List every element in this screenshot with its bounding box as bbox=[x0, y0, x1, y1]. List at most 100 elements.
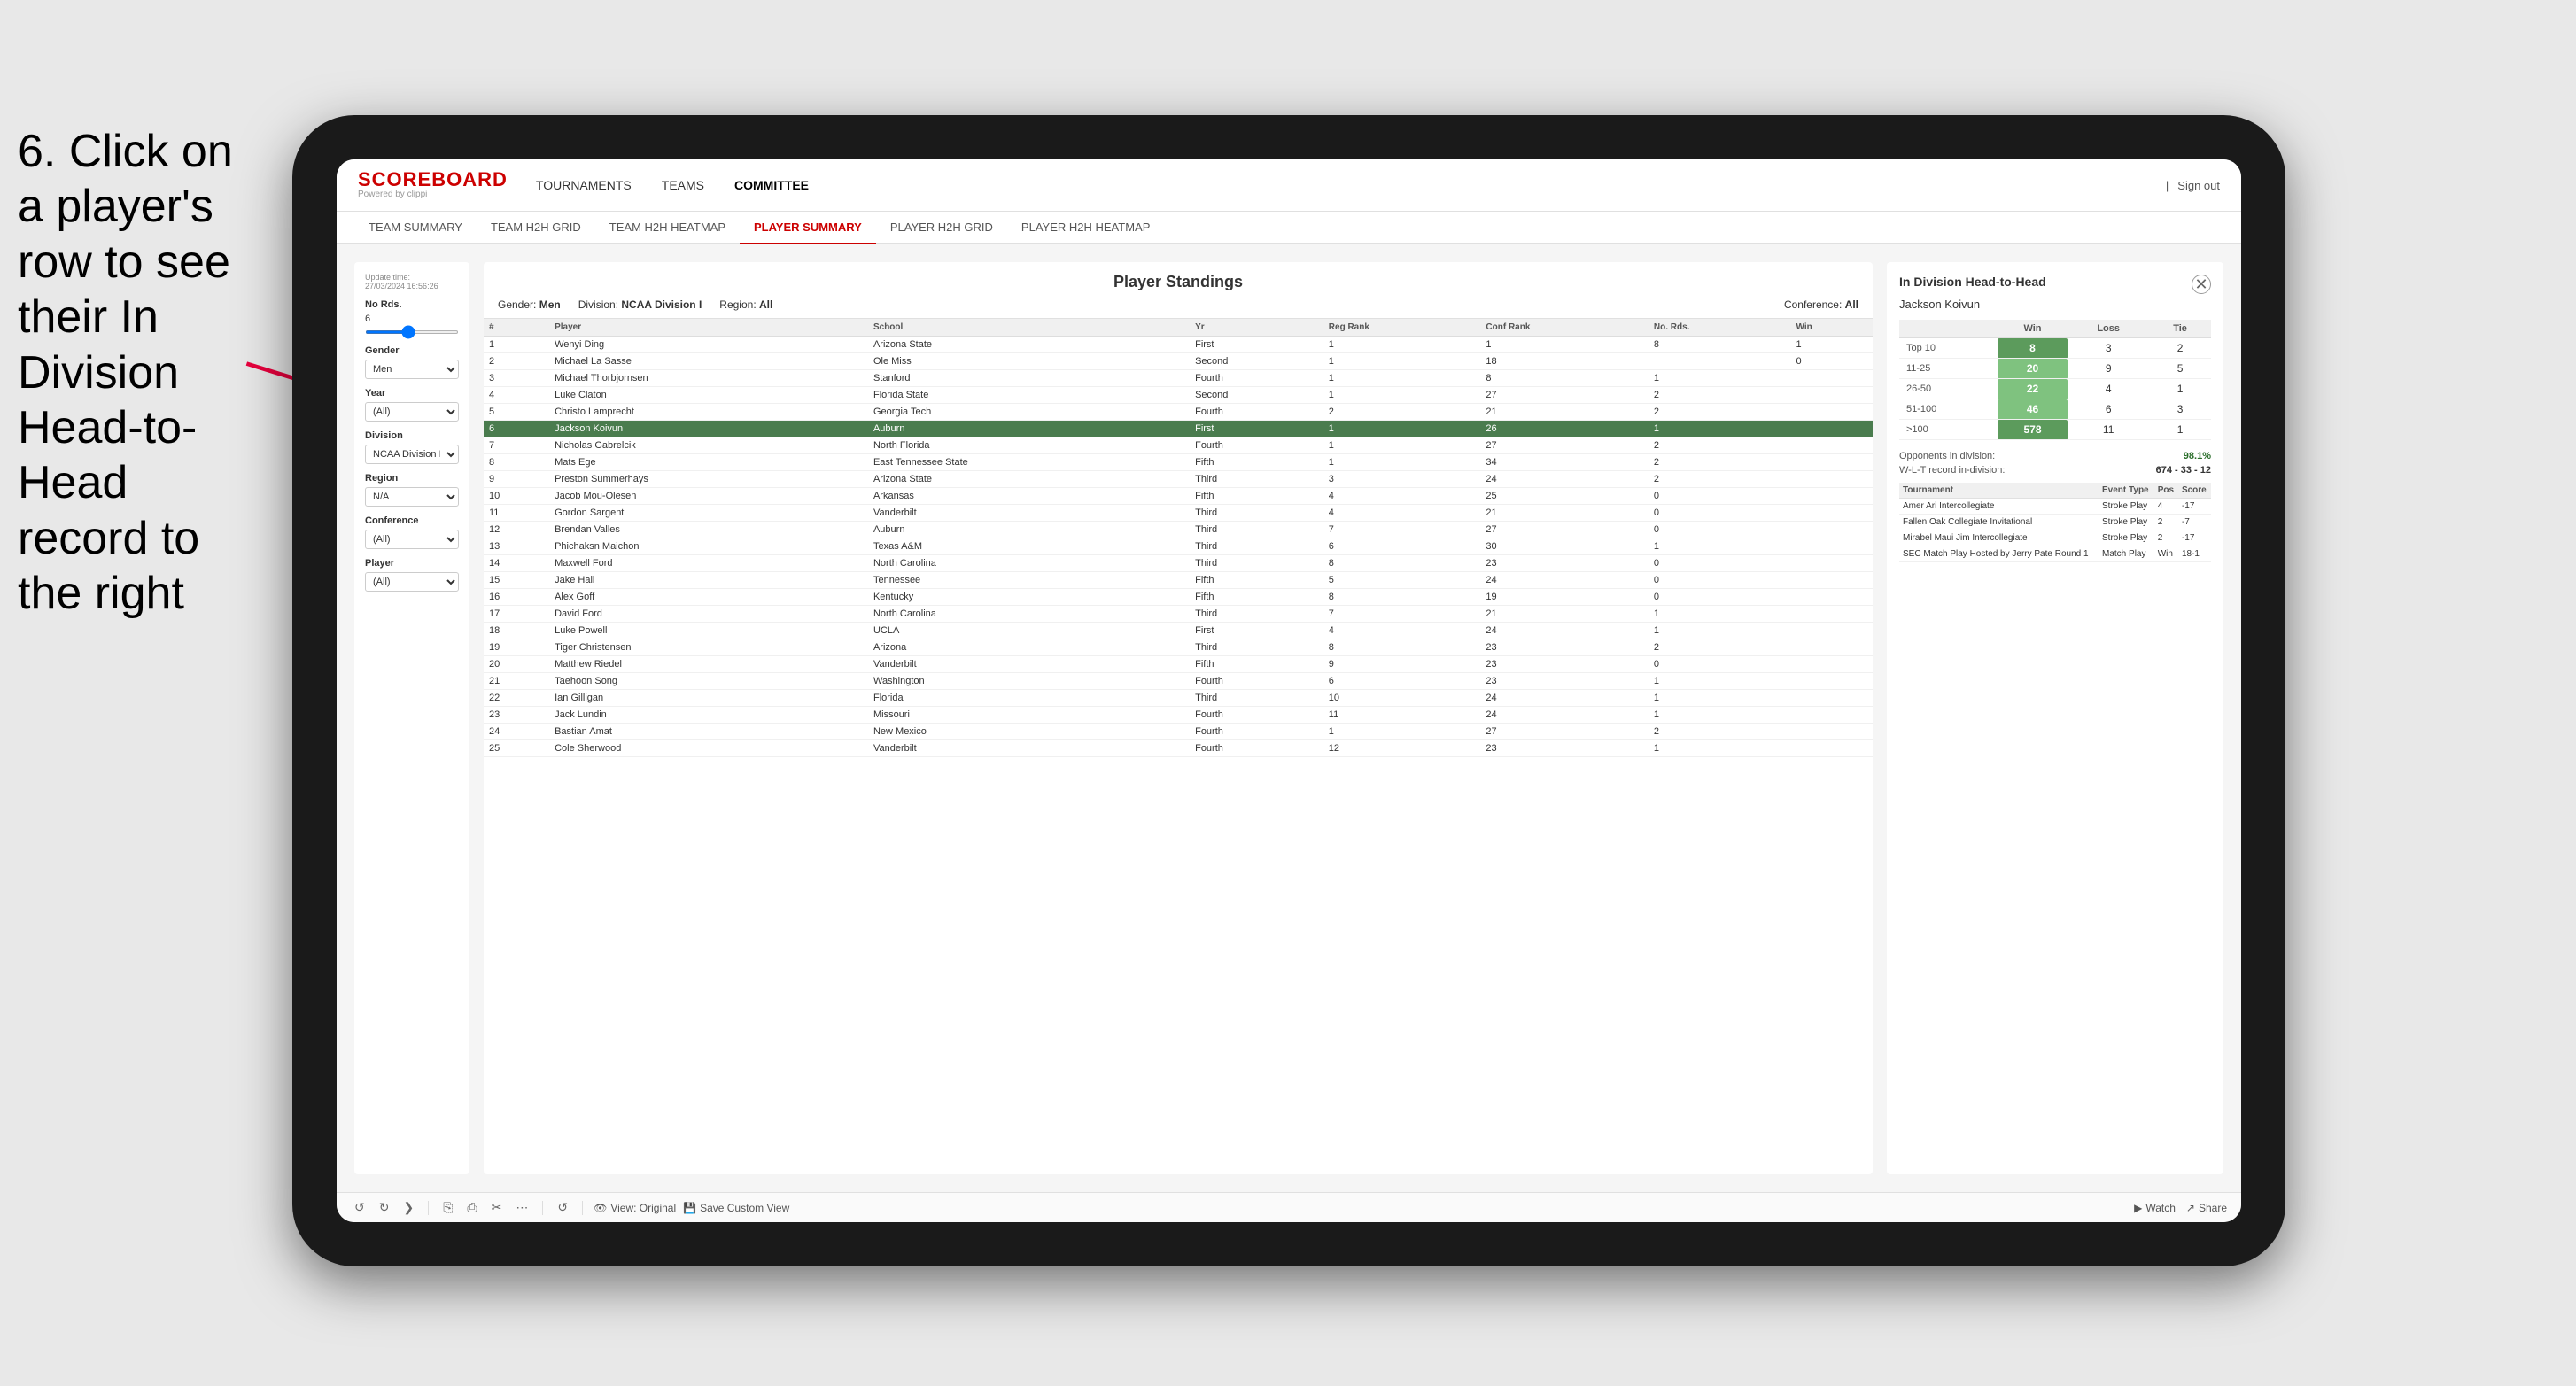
cell-rds: 2 bbox=[1649, 639, 1791, 656]
cell-rds: 0 bbox=[1649, 555, 1791, 572]
table-row[interactable]: 24 Bastian Amat New Mexico Fourth 1 27 2 bbox=[484, 724, 1873, 740]
undo-button[interactable]: ↺ bbox=[351, 1198, 369, 1217]
no-rds-slider[interactable] bbox=[365, 330, 459, 334]
wl-label: W-L-T record in-division: bbox=[1899, 465, 2005, 476]
table-row[interactable]: 14 Maxwell Ford North Carolina Third 8 2… bbox=[484, 555, 1873, 572]
table-row[interactable]: 13 Phichaksn Maichon Texas A&M Third 6 3… bbox=[484, 538, 1873, 555]
cell-conf: 19 bbox=[1480, 589, 1648, 606]
forward-button[interactable]: ❯ bbox=[400, 1198, 417, 1217]
tab-team-summary[interactable]: TEAM SUMMARY bbox=[354, 212, 477, 244]
cell-win bbox=[1791, 606, 1874, 623]
cell-reg: 1 bbox=[1323, 724, 1481, 740]
table-row[interactable]: 23 Jack Lundin Missouri Fourth 11 24 1 bbox=[484, 707, 1873, 724]
gender-select[interactable]: Men bbox=[365, 360, 459, 379]
share-button[interactable]: ↗ Share bbox=[2186, 1202, 2227, 1214]
cell-conf: 24 bbox=[1480, 623, 1648, 639]
cell-player: Matthew Riedel bbox=[549, 656, 868, 673]
table-row[interactable]: 20 Matthew Riedel Vanderbilt Fifth 9 23 … bbox=[484, 656, 1873, 673]
tab-player-h2h-heatmap[interactable]: PLAYER H2H HEATMAP bbox=[1007, 212, 1164, 244]
table-row[interactable]: 3 Michael Thorbjornsen Stanford Fourth 1… bbox=[484, 370, 1873, 387]
cell-reg: 4 bbox=[1323, 623, 1481, 639]
cut-button[interactable]: ✂ bbox=[488, 1198, 506, 1217]
table-row[interactable]: 9 Preston Summerhays Arizona State Third… bbox=[484, 471, 1873, 488]
refresh-button[interactable]: ↺ bbox=[554, 1198, 571, 1217]
cell-win bbox=[1791, 690, 1874, 707]
table-row[interactable]: 21 Taehoon Song Washington Fourth 6 23 1 bbox=[484, 673, 1873, 690]
cell-rds bbox=[1649, 353, 1791, 370]
cell-reg: 3 bbox=[1323, 471, 1481, 488]
col-reg-rank: Reg Rank bbox=[1323, 319, 1481, 337]
region-select[interactable]: N/A bbox=[365, 487, 459, 507]
cell-yr: Third bbox=[1190, 606, 1323, 623]
h2h-tie-cell: 2 bbox=[2149, 338, 2211, 359]
cell-num: 8 bbox=[484, 454, 549, 471]
table-row[interactable]: 6 Jackson Koivun Auburn First 1 26 1 bbox=[484, 421, 1873, 437]
table-row[interactable]: 2 Michael La Sasse Ole Miss Second 1 18 … bbox=[484, 353, 1873, 370]
nav-teams[interactable]: TEAMS bbox=[660, 174, 706, 196]
cell-reg: 1 bbox=[1323, 370, 1481, 387]
cell-win bbox=[1791, 656, 1874, 673]
cell-conf: 23 bbox=[1480, 740, 1648, 757]
nav-committee[interactable]: COMMITTEE bbox=[733, 174, 811, 196]
nav-tournaments[interactable]: TOURNAMENTS bbox=[534, 174, 633, 196]
cell-num: 6 bbox=[484, 421, 549, 437]
paste-button[interactable]: ⎙ bbox=[463, 1198, 480, 1217]
tab-team-h2h-grid[interactable]: TEAM H2H GRID bbox=[477, 212, 595, 244]
tab-team-h2h-heatmap[interactable]: TEAM H2H HEATMAP bbox=[595, 212, 740, 244]
redo-button[interactable]: ↻ bbox=[376, 1198, 393, 1217]
sidebar-filters: Update time: 27/03/2024 16:56:26 No Rds.… bbox=[354, 262, 469, 1174]
table-row[interactable]: 19 Tiger Christensen Arizona Third 8 23 … bbox=[484, 639, 1873, 656]
table-row[interactable]: 11 Gordon Sargent Vanderbilt Third 4 21 … bbox=[484, 505, 1873, 522]
watch-button[interactable]: ▶ Watch bbox=[2134, 1202, 2176, 1214]
more-button[interactable]: ⋯ bbox=[512, 1198, 531, 1217]
table-row[interactable]: 5 Christo Lamprecht Georgia Tech Fourth … bbox=[484, 404, 1873, 421]
cell-school: North Carolina bbox=[868, 606, 1190, 623]
table-row[interactable]: 4 Luke Claton Florida State Second 1 27 … bbox=[484, 387, 1873, 404]
cell-rds: 2 bbox=[1649, 404, 1791, 421]
table-row[interactable]: 7 Nicholas Gabrelcik North Florida Fourt… bbox=[484, 437, 1873, 454]
conference-select[interactable]: (All) bbox=[365, 530, 459, 549]
cell-num: 12 bbox=[484, 522, 549, 538]
cell-player: Maxwell Ford bbox=[549, 555, 868, 572]
copy-button[interactable]: ⎘ bbox=[439, 1198, 456, 1217]
sign-out-button[interactable]: Sign out bbox=[2177, 179, 2220, 192]
cell-reg: 6 bbox=[1323, 673, 1481, 690]
h2h-win-cell: 22 bbox=[1998, 379, 2068, 399]
logo-area: SCOREBOARD Powered by clippi bbox=[358, 170, 508, 200]
table-row[interactable]: 16 Alex Goff Kentucky Fifth 8 19 0 bbox=[484, 589, 1873, 606]
division-filter-label: Division bbox=[365, 430, 459, 441]
table-row[interactable]: 17 David Ford North Carolina Third 7 21 … bbox=[484, 606, 1873, 623]
cell-reg: 5 bbox=[1323, 572, 1481, 589]
cell-reg: 7 bbox=[1323, 522, 1481, 538]
cell-conf: 27 bbox=[1480, 724, 1648, 740]
tournament-row: SEC Match Play Hosted by Jerry Pate Roun… bbox=[1899, 546, 2211, 562]
tourn-type: Stroke Play bbox=[2099, 530, 2154, 546]
table-row[interactable]: 25 Cole Sherwood Vanderbilt Fourth 12 23… bbox=[484, 740, 1873, 757]
save-custom-button[interactable]: 💾 Save Custom View bbox=[683, 1202, 789, 1214]
table-row[interactable]: 15 Jake Hall Tennessee Fifth 5 24 0 bbox=[484, 572, 1873, 589]
table-row[interactable]: 18 Luke Powell UCLA First 4 24 1 bbox=[484, 623, 1873, 639]
h2h-close-button[interactable]: ✕ bbox=[2192, 275, 2211, 294]
tab-player-h2h-grid[interactable]: PLAYER H2H GRID bbox=[876, 212, 1007, 244]
table-row[interactable]: 1 Wenyi Ding Arizona State First 1 1 8 1 bbox=[484, 337, 1873, 353]
table-row[interactable]: 22 Ian Gilligan Florida Third 10 24 1 bbox=[484, 690, 1873, 707]
table-row[interactable]: 8 Mats Ege East Tennessee State Fifth 1 … bbox=[484, 454, 1873, 471]
cell-reg: 8 bbox=[1323, 589, 1481, 606]
tournament-row: Fallen Oak Collegiate Invitational Strok… bbox=[1899, 515, 2211, 530]
player-select[interactable]: (All) bbox=[365, 572, 459, 592]
table-row[interactable]: 12 Brendan Valles Auburn Third 7 27 0 bbox=[484, 522, 1873, 538]
cell-player: Cole Sherwood bbox=[549, 740, 868, 757]
tourn-type: Stroke Play bbox=[2099, 515, 2154, 530]
division-select[interactable]: NCAA Division I bbox=[365, 445, 459, 464]
cell-school: New Mexico bbox=[868, 724, 1190, 740]
cell-player: Bastian Amat bbox=[549, 724, 868, 740]
cell-school: Tennessee bbox=[868, 572, 1190, 589]
cell-conf: 24 bbox=[1480, 471, 1648, 488]
view-original-button[interactable]: 👁 View: Original bbox=[594, 1202, 676, 1214]
cell-yr: Third bbox=[1190, 538, 1323, 555]
year-select[interactable]: (All) bbox=[365, 402, 459, 422]
cell-rds: 1 bbox=[1649, 707, 1791, 724]
tab-player-summary[interactable]: PLAYER SUMMARY bbox=[740, 212, 876, 244]
table-row[interactable]: 10 Jacob Mou-Olesen Arkansas Fifth 4 25 … bbox=[484, 488, 1873, 505]
cell-yr: First bbox=[1190, 421, 1323, 437]
